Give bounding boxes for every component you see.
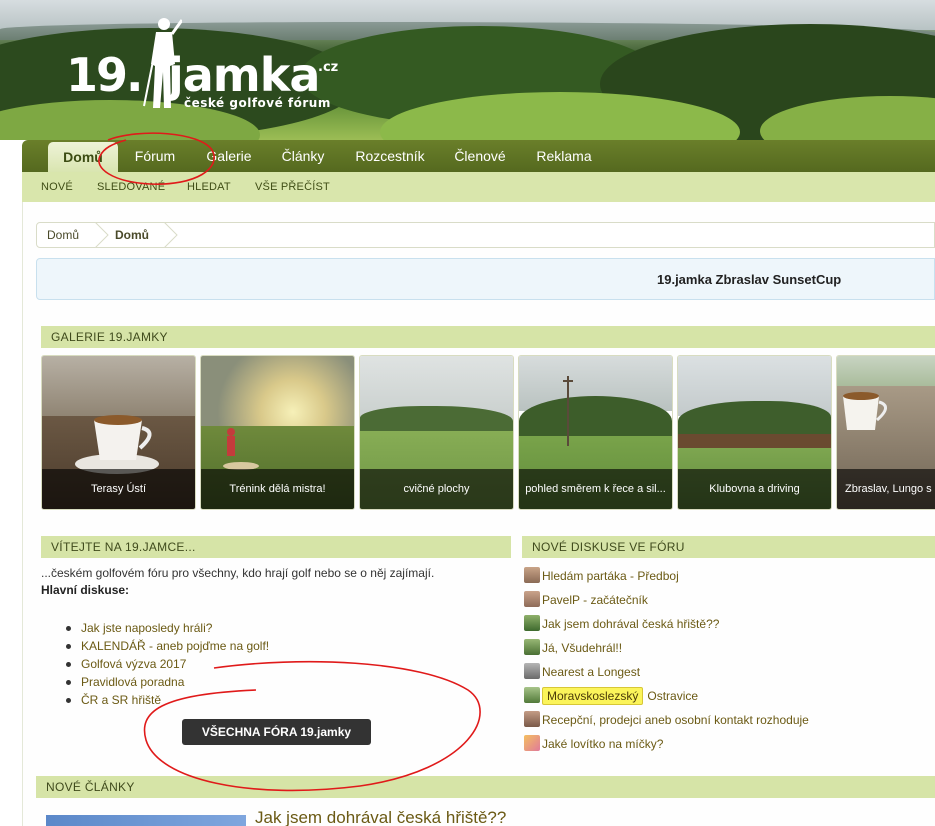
discussion-title[interactable]: Jaké lovítko na míčky? xyxy=(542,737,663,751)
golfer-figure-icon xyxy=(223,428,259,470)
main-nav: Domů Fórum Galerie Články Rozcestník Čle… xyxy=(22,140,935,172)
discussion-item[interactable]: Hledám partáka - Předboj xyxy=(524,567,679,591)
article-title[interactable]: Jak jsem dohrával česká hřiště?? xyxy=(255,808,506,826)
gallery-caption: pohled směrem k řece a sil... xyxy=(519,469,672,509)
gallery-header[interactable]: GALERIE 19.JAMKY xyxy=(41,326,935,348)
coffee-cup-icon xyxy=(75,415,159,474)
breadcrumb-item[interactable]: Domů xyxy=(115,223,149,247)
avatar xyxy=(524,567,540,583)
subnav-vse-precist[interactable]: VŠE PŘEČÍST xyxy=(255,172,330,202)
discussion-title[interactable]: Hledám partáka - Předboj xyxy=(542,569,679,583)
nav-item-galerie[interactable]: Galerie xyxy=(194,140,264,172)
breadcrumb-item[interactable]: Domů xyxy=(47,223,79,247)
category-tag[interactable]: Moravskoslezský xyxy=(542,687,644,705)
discussion-item[interactable]: Já, Všudehrál!! xyxy=(524,639,622,663)
article-thumbnail[interactable] xyxy=(46,815,246,826)
discussion-item[interactable]: PavelP - začátečník xyxy=(524,591,648,615)
discussion-item[interactable]: Jak jsem dohrával česká hřiště?? xyxy=(524,615,719,639)
gallery-caption: Terasy Ústí xyxy=(42,469,195,509)
discussion-item[interactable]: Moravskoslezský Ostravice xyxy=(524,687,698,711)
nav-item-forum[interactable]: Fórum xyxy=(120,140,190,172)
avatar xyxy=(524,663,540,679)
gallery-item[interactable]: Zbraslav, Lungo s xyxy=(836,355,935,510)
avatar xyxy=(524,615,540,631)
discussion-link[interactable]: ČR a SR hřiště xyxy=(64,691,269,709)
discussion-title[interactable]: PavelP - začátečník xyxy=(542,593,648,607)
discussion-link[interactable]: Golfová výzva 2017 xyxy=(64,655,269,673)
breadcrumb: Domů Domů xyxy=(36,222,935,248)
avatar xyxy=(524,735,540,751)
avatar xyxy=(524,591,540,607)
gallery-caption: Trénink dělá mistra! xyxy=(201,469,354,509)
logo-name: jamka xyxy=(168,48,320,102)
discussion-link[interactable]: KALENDÁŘ - aneb pojďme na golf! xyxy=(64,637,269,655)
gallery-caption: Klubovna a driving xyxy=(678,469,831,509)
articles-header: NOVÉ ČLÁNKY xyxy=(36,776,935,798)
gallery-item[interactable]: Terasy Ústí xyxy=(41,355,196,510)
discussion-link[interactable]: Pravidlová poradna xyxy=(64,673,269,691)
nav-item-domu[interactable]: Domů xyxy=(48,142,118,172)
discussion-item[interactable]: Jaké lovítko na míčky? xyxy=(524,735,663,759)
discussion-title[interactable]: Nearest a Longest xyxy=(542,665,640,679)
discussions-header[interactable]: NOVÉ DISKUSE VE FÓRU xyxy=(522,536,935,558)
gallery-item[interactable]: Klubovna a driving xyxy=(677,355,832,510)
nav-item-clanky[interactable]: Články xyxy=(270,140,336,172)
discussion-title[interactable]: Jak jsem dohrával česká hřiště?? xyxy=(542,617,719,631)
avatar xyxy=(524,711,540,727)
discussion-item[interactable]: Nearest a Longest xyxy=(524,663,640,687)
discussion-link[interactable]: Jak jste naposledy hráli? xyxy=(64,619,269,637)
notice-banner: 19.jamka Zbraslav SunsetCup xyxy=(36,258,935,300)
site-logo[interactable]: 19. jamka .cz české golfové fórum xyxy=(66,18,356,122)
sub-nav: NOVÉ SLEDOVANÉ HLEDAT VŠE PŘEČÍST xyxy=(22,172,935,202)
breadcrumb-separator-icon xyxy=(95,222,109,248)
subnav-hledat[interactable]: HLEDAT xyxy=(187,172,231,202)
pole-icon xyxy=(563,376,573,446)
gallery-caption: Zbraslav, Lungo s xyxy=(837,469,935,509)
subnav-nove[interactable]: NOVÉ xyxy=(41,172,73,202)
avatar xyxy=(524,687,540,703)
notice-text[interactable]: 19.jamka Zbraslav SunsetCup xyxy=(657,259,841,301)
main-discussions-heading: Hlavní diskuse: xyxy=(41,583,130,597)
logo-number: 19. xyxy=(66,48,143,102)
logo-tagline: české golfové fórum xyxy=(184,96,331,110)
avatar xyxy=(524,639,540,655)
nav-item-reklama[interactable]: Reklama xyxy=(526,140,602,172)
gallery-item[interactable]: Trénink dělá mistra! xyxy=(200,355,355,510)
subnav-sledovane[interactable]: SLEDOVANÉ xyxy=(97,172,165,202)
discussion-title[interactable]: Ostravice xyxy=(647,689,698,703)
breadcrumb-separator-icon xyxy=(164,222,178,248)
all-forums-button[interactable]: VŠECHNA FÓRA 19.jamky xyxy=(182,719,371,745)
discussion-title[interactable]: Recepční, prodejci aneb osobní kontakt r… xyxy=(542,713,809,727)
nav-item-rozcestnik[interactable]: Rozcestník xyxy=(344,140,436,172)
nav-item-clenove[interactable]: Členové xyxy=(444,140,516,172)
logo-tld: .cz xyxy=(318,60,339,75)
gallery-caption: cvičné plochy xyxy=(360,469,513,509)
welcome-header: VÍTEJTE NA 19.JAMCE... xyxy=(41,536,511,558)
coffee-cup-icon xyxy=(843,392,887,430)
gallery-item[interactable]: cvičné plochy xyxy=(359,355,514,510)
gallery-item[interactable]: pohled směrem k řece a sil... xyxy=(518,355,673,510)
discussion-item[interactable]: Recepční, prodejci aneb osobní kontakt r… xyxy=(524,711,809,735)
welcome-intro: ...českém golfovém fóru pro všechny, kdo… xyxy=(41,566,435,580)
main-discussions-list: Jak jste naposledy hráli? KALENDÁŘ - ane… xyxy=(64,619,269,709)
header-banner: 19. jamka .cz české golfové fórum xyxy=(0,0,935,140)
discussion-title[interactable]: Já, Všudehrál!! xyxy=(542,641,622,655)
